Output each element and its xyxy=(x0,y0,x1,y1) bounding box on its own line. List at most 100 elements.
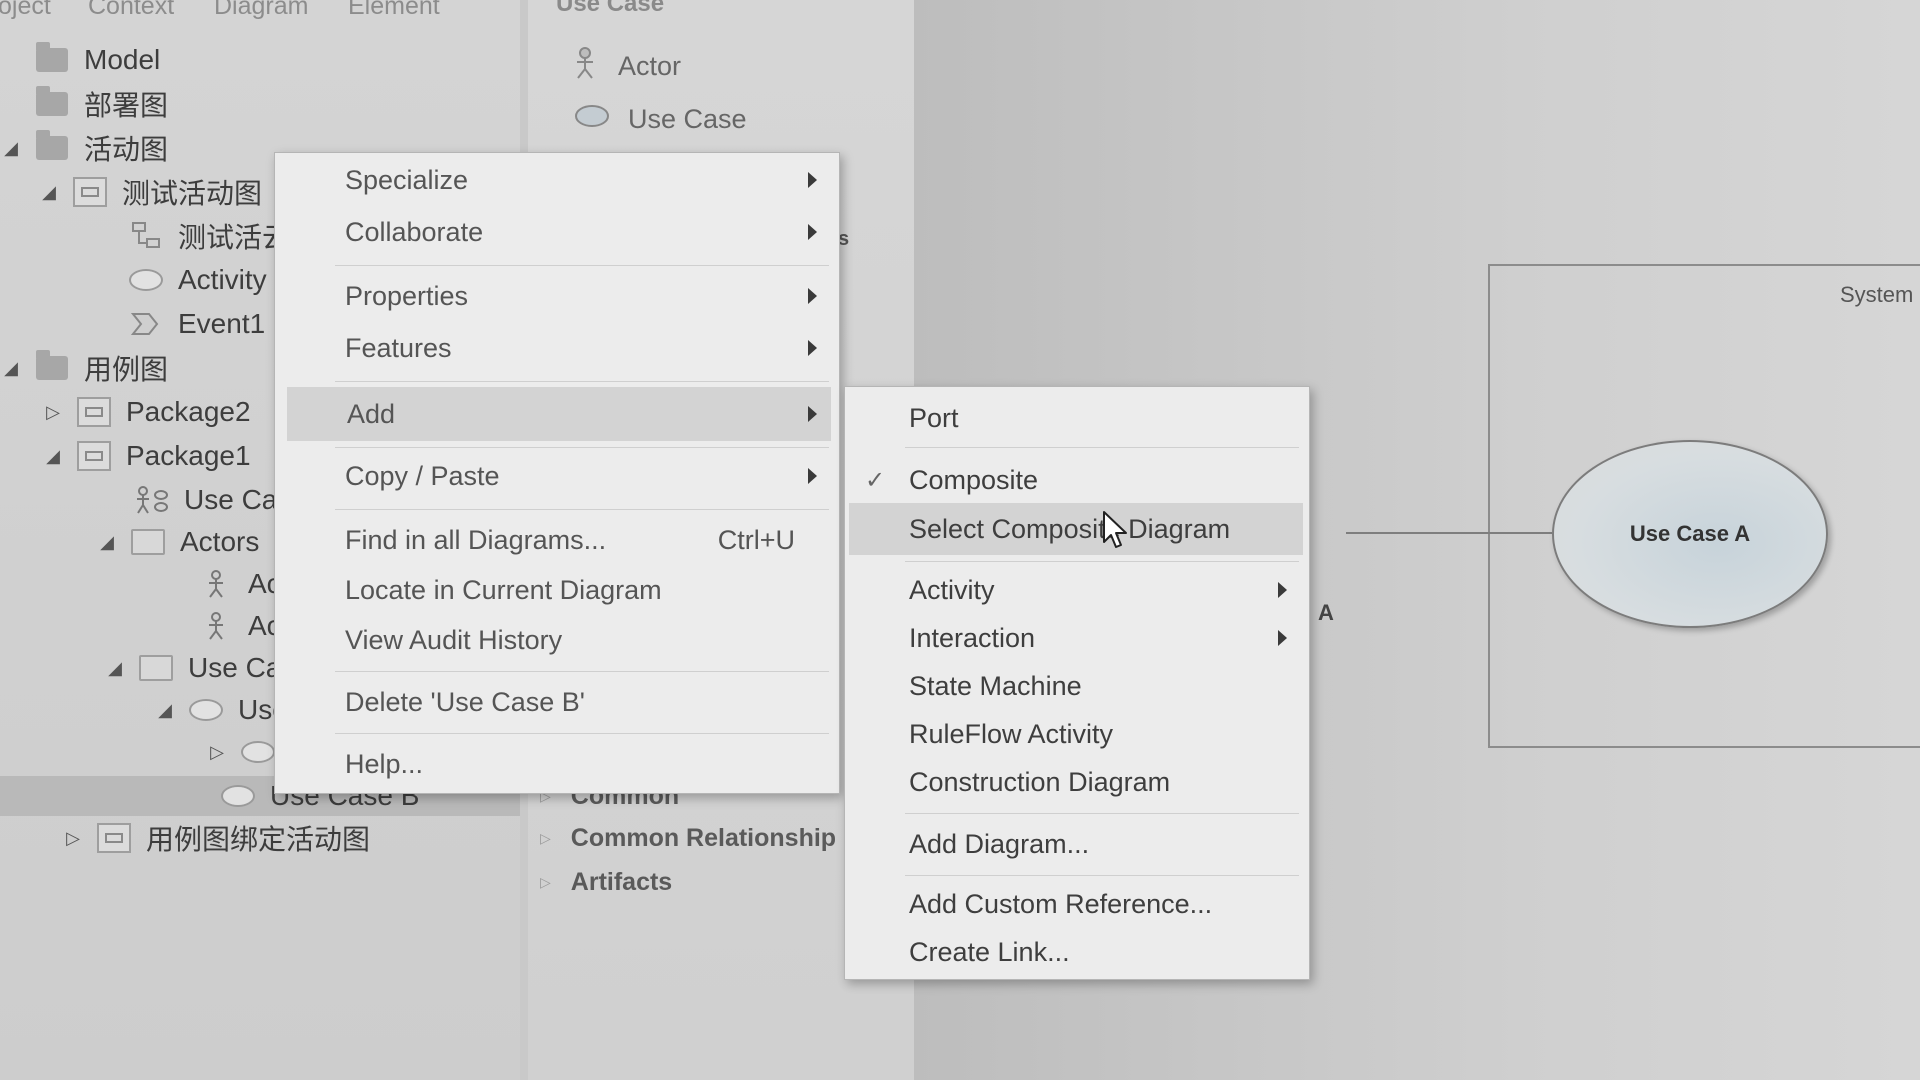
tree-twisty[interactable]: ◢ xyxy=(38,182,60,203)
actor-icon xyxy=(196,568,236,600)
menu-item-label: Activity xyxy=(909,574,995,605)
mouse-cursor-icon xyxy=(1102,510,1128,550)
tree-twisty[interactable]: ▷ xyxy=(42,402,64,423)
system-boundary-label: System xyxy=(1840,282,1914,307)
tree-twisty[interactable]: ◢ xyxy=(104,658,126,679)
menu-item-label: Interaction xyxy=(909,622,1036,653)
menu-item-construction-diagram[interactable]: Construction Diagram xyxy=(845,759,1309,805)
event-icon xyxy=(126,308,166,340)
checkmark-icon: ✓ xyxy=(865,466,886,494)
menu-item-label: Specialize xyxy=(345,164,469,195)
toolbox-group-label: Artifacts xyxy=(570,868,673,896)
menu-separator xyxy=(905,561,1299,562)
menu-item-interaction[interactable]: Interaction xyxy=(845,615,1309,661)
tree-twisty[interactable]: ▷ xyxy=(206,742,228,763)
menu-item-ruleflow-activity[interactable]: RuleFlow Activity xyxy=(845,711,1309,757)
menu-item-copy-paste[interactable]: Copy / Paste xyxy=(275,453,839,499)
menu-item-label: Select Composite Diagram xyxy=(909,513,1231,544)
menu-item-composite[interactable]: ✓ Composite xyxy=(845,457,1309,503)
menu-item-add[interactable]: Add xyxy=(287,387,831,441)
tree-item-activity-folder[interactable]: ◢ 活动图 xyxy=(0,128,168,168)
toolbox-item-label: Actor xyxy=(618,51,682,81)
menu-item-find-in-all-diagrams[interactable]: Find in all Diagrams... Ctrl+U xyxy=(275,517,839,563)
menu-tab-diagram[interactable]: Diagram xyxy=(214,0,308,21)
menu-item-add-diagram[interactable]: Add Diagram... xyxy=(845,821,1309,867)
toolbox-item-usecase[interactable]: Use Case xyxy=(574,104,747,135)
menu-item-delete[interactable]: Delete 'Use Case B' xyxy=(275,679,839,725)
toolbox-header[interactable]: Use Case xyxy=(556,0,664,18)
actor-icon xyxy=(196,610,236,642)
menu-item-shortcut: Ctrl+U xyxy=(717,524,795,555)
tree-item-activity[interactable]: Activity xyxy=(94,260,267,300)
menu-item-specialize[interactable]: Specialize xyxy=(275,157,839,203)
tree-item-test-activity[interactable]: ◢ 测试活动图 xyxy=(38,172,262,212)
tree-item-test-activity-diagram[interactable]: 测试活云 xyxy=(94,216,290,256)
toolbox-item-actor[interactable]: Actor xyxy=(574,46,681,87)
tree-twisty[interactable]: ◢ xyxy=(0,138,22,159)
tree-twisty[interactable]: ◢ xyxy=(0,358,22,379)
menu-item-help[interactable]: Help... xyxy=(275,741,839,787)
tree-item-usecase-folder[interactable]: ◢ 用例图 xyxy=(0,348,168,388)
menu-item-create-link[interactable]: Create Link... xyxy=(845,929,1309,975)
toolbox-group-artifacts[interactable]: ▷ Artifacts xyxy=(540,868,672,897)
association-role-label: A xyxy=(1318,600,1334,625)
tree-twisty[interactable]: ◢ xyxy=(154,700,176,721)
usecase-a-element[interactable]: Use Case A xyxy=(1552,440,1828,628)
tree-item-actors[interactable]: ◢ Actors xyxy=(96,522,259,562)
menu-item-features[interactable]: Features xyxy=(275,325,839,371)
folder-open-icon xyxy=(136,652,176,684)
menu-separator xyxy=(335,671,829,672)
association-line[interactable] xyxy=(1346,532,1552,534)
tree-item-actor-2[interactable]: Act xyxy=(164,606,288,646)
menu-item-label: Add Custom Reference... xyxy=(909,888,1213,919)
toolbox-group-common-relationships[interactable]: ▷ Common Relationship xyxy=(540,824,836,853)
tree-item-actor-1[interactable]: Act xyxy=(164,564,288,604)
menu-item-activity[interactable]: Activity xyxy=(845,567,1309,613)
menu-item-label: Help... xyxy=(345,748,424,779)
folder-icon xyxy=(32,350,72,384)
tree-twisty[interactable]: ◢ xyxy=(42,446,64,467)
folder-icon xyxy=(32,86,72,120)
menu-item-label: Locate in Current Diagram xyxy=(345,574,662,605)
tree-twisty[interactable]: ▷ xyxy=(62,828,84,849)
tree-item-model[interactable]: Model xyxy=(0,40,160,80)
add-submenu: Port ✓ Composite Select Composite Diagra… xyxy=(844,386,1310,980)
usecase-a-label: Use Case A xyxy=(1629,521,1751,546)
menu-tab-element[interactable]: Element xyxy=(348,0,440,21)
activity-icon xyxy=(126,264,166,296)
menu-item-label: View Audit History xyxy=(345,624,563,655)
folder-icon xyxy=(32,130,72,164)
menu-item-collaborate[interactable]: Collaborate xyxy=(275,209,839,255)
menu-separator xyxy=(905,813,1299,814)
tree-item-package1[interactable]: ◢ Package1 xyxy=(42,436,251,476)
menu-separator xyxy=(905,447,1299,448)
menu-item-select-composite-diagram[interactable]: Select Composite Diagram xyxy=(849,503,1303,555)
tree-item-deployment[interactable]: 部署图 xyxy=(0,84,168,124)
tree-item-usecases-folder[interactable]: ◢ Use Cas xyxy=(104,648,295,688)
tree-item-event1[interactable]: Event1 xyxy=(94,304,265,344)
menu-item-properties[interactable]: Properties xyxy=(275,273,839,319)
tree-twisty[interactable]: ◢ xyxy=(96,532,118,553)
menu-item-view-audit-history[interactable]: View Audit History xyxy=(275,617,839,663)
menu-item-port[interactable]: Port xyxy=(845,395,1309,441)
tree-item-package2[interactable]: ▷ Package2 xyxy=(42,392,251,432)
menu-item-label: Collaborate xyxy=(345,216,484,247)
menu-item-label: Port xyxy=(909,402,959,433)
usecase-icon xyxy=(574,104,610,135)
menu-item-state-machine[interactable]: State Machine xyxy=(845,663,1309,709)
menu-item-locate-in-diagram[interactable]: Locate in Current Diagram xyxy=(275,567,839,613)
tree-item-usecase-binding[interactable]: ▷ 用例图绑定活动图 xyxy=(62,818,370,858)
tree-item-usecase[interactable]: ◢ Use xyxy=(154,690,288,730)
menu-tab-context[interactable]: Context xyxy=(88,0,174,21)
usecase-diagram-icon xyxy=(132,484,172,516)
tree-item-label: 测试活动图 xyxy=(122,178,263,209)
menu-item-add-custom-reference[interactable]: Add Custom Reference... xyxy=(845,881,1309,927)
tree-item-usecase-diagram[interactable]: Use Cas xyxy=(100,480,291,520)
activity-diagram-icon xyxy=(126,220,166,252)
expand-icon: ▷ xyxy=(540,830,551,846)
menu-separator xyxy=(335,733,829,734)
usecase-icon xyxy=(238,736,278,768)
menu-item-label: Delete 'Use Case B' xyxy=(345,686,585,717)
context-menu: Specialize Collaborate Properties Featur… xyxy=(274,152,840,794)
menu-tab-project[interactable]: oject xyxy=(0,0,51,21)
